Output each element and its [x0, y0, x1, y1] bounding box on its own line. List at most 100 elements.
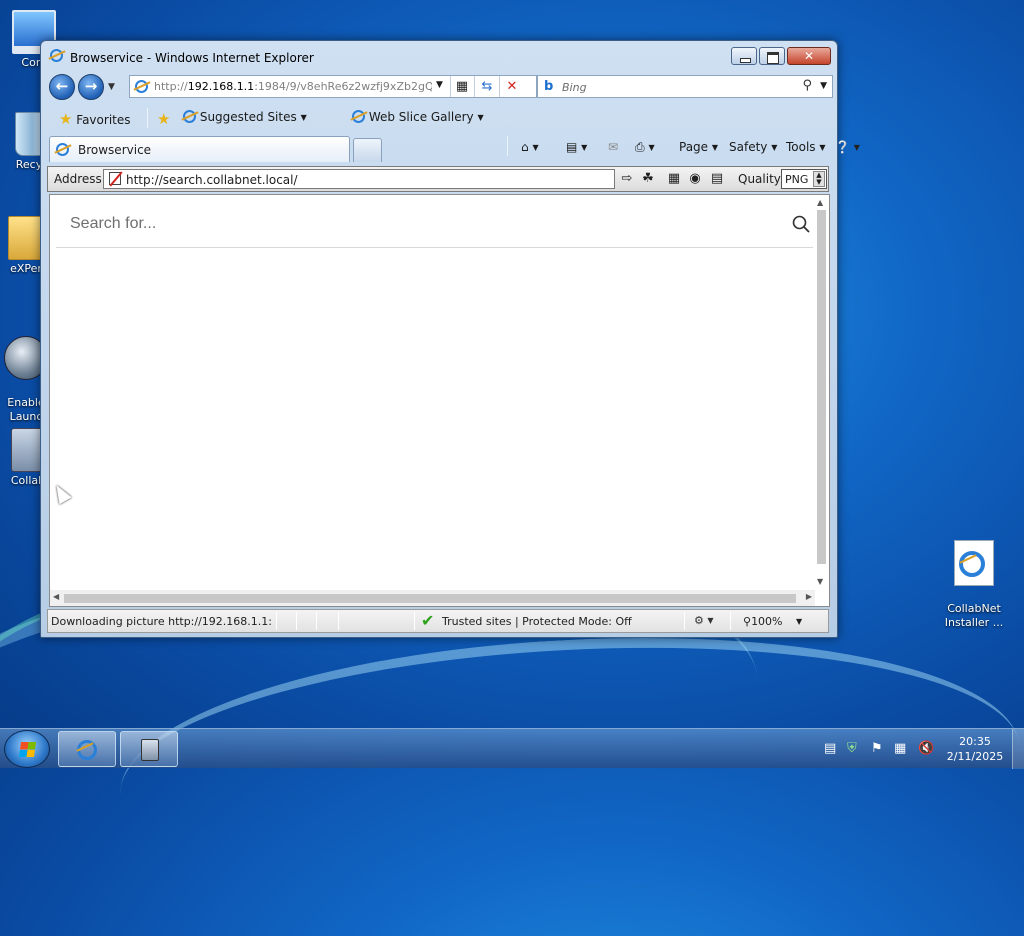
- chevron-down-icon: ▼: [853, 143, 860, 152]
- address-label: Address: [54, 172, 102, 186]
- stop-icon[interactable]: ✕: [503, 78, 521, 96]
- desktop-icon-label: eXPer: [10, 262, 42, 275]
- tab-browservice[interactable]: Browservice: [49, 136, 350, 162]
- favorites-bar: ★ Favorites ★ Suggested Sites ▼ Web Slic…: [47, 105, 829, 131]
- quality-spinner[interactable]: ▲ ▼: [813, 171, 825, 187]
- add-to-favorites-bar-button[interactable]: ★: [157, 110, 170, 128]
- recent-pages-dropdown[interactable]: ▼: [108, 82, 115, 92]
- horizontal-scrollbar[interactable]: ◀ ▶: [50, 590, 815, 606]
- suggested-sites-button[interactable]: Suggested Sites ▼: [183, 110, 307, 124]
- chevron-down-icon: ▼: [796, 617, 803, 626]
- volume-muted-icon[interactable]: 🔇: [918, 741, 934, 756]
- refresh-icon[interactable]: ⇆: [478, 78, 496, 96]
- popup-blocker-icon[interactable]: ⚙ ▼: [694, 614, 714, 627]
- search-provider-dropdown[interactable]: ▼: [820, 81, 827, 91]
- system-clock[interactable]: 20:35 2/11/2025: [942, 734, 1008, 764]
- scroll-up-arrow[interactable]: ▲: [817, 198, 823, 207]
- address-value: http://search.collabnet.local/: [126, 173, 298, 187]
- ie-logo-icon: [50, 49, 63, 62]
- installer-icon: [141, 739, 159, 761]
- chevron-down-icon: ▼: [648, 143, 655, 152]
- show-desktop-button[interactable]: [1012, 729, 1024, 769]
- star-icon: ★: [59, 110, 73, 128]
- web-slice-gallery-button[interactable]: Web Slice Gallery ▼: [352, 110, 484, 124]
- page-address-toolbar: Address http://search.collabnet.local/ ⇨…: [47, 166, 829, 192]
- forward-button[interactable]: →: [78, 74, 104, 100]
- close-button[interactable]: [787, 47, 831, 65]
- chevron-down-icon: ▼: [581, 143, 588, 152]
- url-text[interactable]: http://192.168.1.1:1984/9/v8ehRe6z2wzfj9…: [154, 80, 432, 93]
- security-shield-icon[interactable]: ⛨: [847, 741, 857, 756]
- bookmarks-list-icon[interactable]: ▦: [665, 170, 683, 188]
- scroll-down-arrow[interactable]: ▼: [817, 577, 823, 586]
- home-button[interactable]: ⌂ ▼: [521, 140, 539, 154]
- clipboard-icon[interactable]: ▤: [708, 170, 726, 188]
- start-button[interactable]: [4, 730, 50, 768]
- tab-row: Browservice ⌂ ▼ ▤ ▼ ✉ ⎙ ▼ Page ▼ Safety …: [47, 133, 860, 163]
- network-icon[interactable]: ▦: [894, 741, 906, 756]
- search-for-placeholder: Search for...: [70, 215, 157, 232]
- chevron-down-icon: ▼: [711, 143, 719, 152]
- taskbar-internet-explorer[interactable]: [58, 731, 116, 767]
- scroll-right-arrow[interactable]: ▶: [806, 592, 812, 601]
- bing-icon: b: [544, 79, 554, 94]
- search-box[interactable]: b Bing ⚲ ▼: [537, 75, 833, 98]
- navigation-bar: ← → ▼ http://192.168.1.1:1984/9/v8ehRe6z…: [47, 73, 833, 101]
- security-zone-text[interactable]: Trusted sites | Protected Mode: Off: [442, 615, 632, 628]
- search-icon[interactable]: [792, 215, 810, 233]
- safety-menu[interactable]: Safety ▼: [729, 140, 777, 154]
- search-panel[interactable]: Search for...: [56, 195, 816, 248]
- flag-icon[interactable]: ⚑: [871, 741, 883, 756]
- rss-icon: ▤: [566, 140, 578, 154]
- ie-shortcut-icon: [954, 540, 994, 586]
- home-icon: ⌂: [521, 140, 529, 154]
- url-bar[interactable]: http://192.168.1.1:1984/9/v8ehRe6z2wzfj9…: [129, 75, 537, 98]
- find-icon[interactable]: ◉: [686, 170, 704, 188]
- mail-icon: ✉: [608, 140, 619, 154]
- help-button[interactable]: ❔ ▼: [835, 140, 860, 154]
- wallpaper-swoosh: [113, 616, 1024, 924]
- url-dropdown-arrow[interactable]: ▼: [436, 80, 443, 90]
- go-arrow-icon[interactable]: ⇨: [618, 170, 636, 188]
- read-mail-button[interactable]: ✉: [608, 140, 618, 154]
- search-icon[interactable]: ⚲: [802, 78, 812, 93]
- compatibility-view-icon[interactable]: ▦: [453, 78, 471, 96]
- chevron-down-icon: ▼: [477, 113, 484, 122]
- back-button[interactable]: ←: [49, 74, 75, 100]
- vertical-scroll-thumb[interactable]: [817, 210, 826, 564]
- print-button[interactable]: ⎙ ▼: [635, 140, 655, 155]
- favorites-button[interactable]: ★ Favorites: [59, 110, 131, 128]
- chevron-down-icon: ▼: [819, 143, 826, 152]
- horizontal-scroll-thumb[interactable]: [64, 594, 796, 603]
- tools-menu[interactable]: Tools ▼: [786, 140, 826, 154]
- action-center-icon[interactable]: ▤: [824, 741, 836, 756]
- window-title: Browservice - Windows Internet Explorer: [70, 51, 314, 65]
- tab-label: Browservice: [78, 143, 152, 157]
- zoom-level[interactable]: ⚲100% ▼: [743, 615, 802, 628]
- chevron-down-icon: ▼: [532, 143, 539, 152]
- insecure-page-icon: [109, 172, 121, 185]
- search-placeholder: Bing: [562, 81, 587, 94]
- taskbar-collabnet-installer[interactable]: [120, 731, 178, 767]
- folder-icon: [8, 216, 44, 260]
- status-text: Downloading picture http://192.168.1.1:1…: [51, 615, 273, 628]
- scroll-left-arrow[interactable]: ◀: [53, 592, 59, 601]
- address-input[interactable]: http://search.collabnet.local/: [103, 169, 615, 189]
- bookmark-icon[interactable]: ☘: [639, 170, 657, 188]
- page-menu[interactable]: Page ▼: [679, 140, 718, 154]
- ie-logo-icon: [77, 740, 97, 760]
- add-favorite-icon: ★: [157, 110, 171, 128]
- minimize-button[interactable]: [731, 47, 757, 65]
- status-bar: Downloading picture http://192.168.1.1:1…: [47, 609, 829, 633]
- trusted-check-icon: ✔: [421, 611, 435, 630]
- feeds-button[interactable]: ▤ ▼: [566, 140, 587, 154]
- quality-selector[interactable]: PNG ▲ ▼: [781, 169, 827, 189]
- desktop-icon-collabnet-installer[interactable]: CollabNet Installer ...: [934, 526, 1014, 630]
- quality-value: PNG: [785, 173, 809, 186]
- vertical-scrollbar[interactable]: ▲ ▼: [813, 195, 829, 592]
- quality-label: Quality: [738, 172, 781, 186]
- title-bar[interactable]: Browservice - Windows Internet Explorer: [41, 41, 837, 71]
- chevron-down-icon: ▼: [771, 143, 778, 152]
- new-tab-button[interactable]: [353, 138, 382, 162]
- maximize-button[interactable]: [759, 47, 785, 65]
